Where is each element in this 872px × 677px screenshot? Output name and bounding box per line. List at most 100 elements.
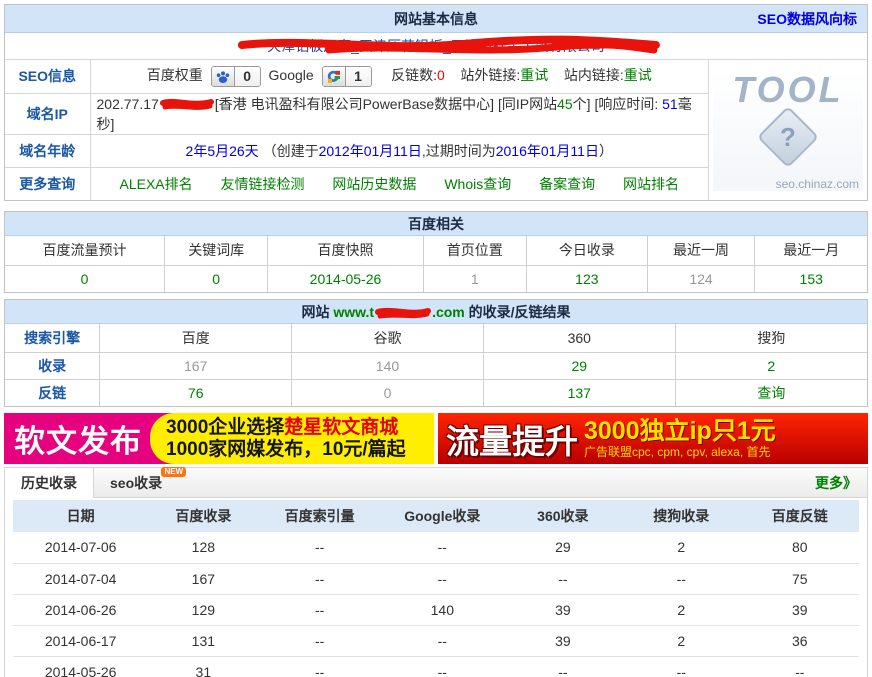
- col-google-included: Google收录: [381, 500, 504, 532]
- baidu-included: 167: [100, 352, 292, 379]
- col-today-indexed: 今日收录: [527, 236, 648, 265]
- home-position-value: 1: [423, 265, 526, 292]
- cell-date: 2014-06-17: [13, 625, 148, 656]
- cell-baidu-backlinks: 80: [741, 532, 859, 563]
- created-prefix: （创建于: [263, 143, 319, 159]
- google-pr-badge[interactable]: 1: [322, 66, 372, 87]
- backlinks-value: 0: [437, 67, 445, 83]
- so360-backlinks[interactable]: 137: [483, 379, 675, 406]
- table-row: 2014-07-06 128 -- -- 29 2 80: [13, 532, 859, 563]
- ad-right-line2: 广告联盟cpc, cpm, cpv, alexa, 首先: [584, 446, 776, 459]
- ad-right-line1: 3000独立ip只1元: [584, 418, 776, 446]
- tab-history-included[interactable]: 历史收录: [5, 468, 94, 498]
- domain-ip-label: 域名IP: [5, 93, 90, 134]
- col-last-week: 最近一周: [647, 236, 755, 265]
- cell-360-included: --: [504, 656, 622, 677]
- collect-result-panel: 网站 www.t.com 的收录/反链结果 搜索引擎 百度 谷歌 360 搜狗 …: [4, 299, 868, 407]
- tab-seo-included[interactable]: seo收录 NEW: [94, 468, 178, 497]
- site-title-row: 天津铝板厂家_天津压花铝板_天津市祥金工贸有限公司: [5, 33, 867, 60]
- today-indexed-value[interactable]: 123: [527, 265, 648, 292]
- cell-baidu-included: 31: [148, 656, 258, 677]
- internal-links-retry[interactable]: 重试: [624, 67, 652, 83]
- history-panel: 历史收录 seo收录 NEW 更多》 日期 百度收录 百度索引量 Google收…: [4, 467, 868, 677]
- logo-site-text: seo.chinaz.com: [776, 177, 859, 191]
- link-site-rank[interactable]: 网站排名: [623, 176, 679, 192]
- more-link[interactable]: 更多》: [815, 468, 857, 498]
- cell-google-included: 140: [381, 594, 504, 625]
- engine-baidu: 百度: [100, 324, 292, 352]
- backlink-label: 反链: [5, 379, 100, 406]
- col-baidu-index: 百度索引量: [258, 500, 381, 532]
- engine-sogou: 搜狗: [675, 324, 867, 352]
- baidu-backlinks[interactable]: 76: [100, 379, 292, 406]
- seo-info-label: SEO信息: [5, 60, 90, 93]
- included-row: 收录 167 140 29 2: [5, 352, 867, 379]
- basic-info-panel: 网站基本信息 SEO数据风向标 天津铝板厂家_天津压花铝板_天津市祥金工贸有限公…: [4, 4, 868, 201]
- col-sogou-included: 搜狗收录: [622, 500, 740, 532]
- site-title: 天津铝板厂家_天津压花铝板_天津市祥金工贸有限公司: [267, 38, 605, 54]
- age-suffix: ）: [599, 143, 613, 159]
- ad-banner-soft-article[interactable]: 软文发布 3000企业选择楚星软文商城 1000家网媒发布，10元/篇起: [4, 413, 434, 464]
- baidu-related-columns: 百度流量预计 关键词库 百度快照 首页位置 今日收录 最近一周 最近一月: [5, 236, 867, 265]
- link-icp-query[interactable]: 备案查询: [539, 176, 595, 192]
- cell-360-included: --: [504, 563, 622, 594]
- cell-baidu-backlinks: 75: [741, 563, 859, 594]
- domain-age-value: 2年5月26天: [186, 143, 259, 159]
- ip-address: 202.77.17: [97, 96, 159, 112]
- cell-google-included: --: [381, 625, 504, 656]
- engine-360: 360: [483, 324, 675, 352]
- expire-join: ,过期时间为: [422, 143, 496, 159]
- baidu-weight-label: 百度权重: [147, 67, 203, 83]
- cell-baidu-backlinks: --: [741, 656, 859, 677]
- sogou-backlinks-query: 查询: [675, 379, 867, 406]
- ad-banner-traffic-boost[interactable]: 流量提升 3000独立ip只1元 广告联盟cpc, cpm, cpv, alex…: [438, 413, 868, 464]
- cell-baidu-included: 128: [148, 532, 258, 563]
- new-badge: NEW: [161, 467, 186, 477]
- baidu-related-panel: 百度相关 百度流量预计 关键词库 百度快照 首页位置 今日收录 最近一周 最近一…: [4, 211, 868, 293]
- link-whois-query[interactable]: Whois查询: [444, 176, 511, 192]
- col-last-month: 最近一月: [755, 236, 867, 265]
- sogou-query-link[interactable]: 查询: [757, 385, 785, 401]
- ad-banner-row: 软文发布 3000企业选择楚星软文商城 1000家网媒发布，10元/篇起 流量提…: [4, 413, 868, 464]
- external-links-retry[interactable]: 重试: [520, 67, 548, 83]
- keyword-lib-value[interactable]: 0: [164, 265, 267, 292]
- baidu-traffic-value[interactable]: 0: [5, 265, 164, 292]
- cell-360-included: 29: [504, 532, 622, 563]
- same-ip-count[interactable]: 45: [557, 96, 573, 112]
- col-home-position: 首页位置: [423, 236, 526, 265]
- engine-google: 谷歌: [292, 324, 484, 352]
- last-month-value[interactable]: 153: [755, 265, 867, 292]
- cell-date: 2014-07-04: [13, 563, 148, 594]
- google-pr-label: Google: [269, 67, 314, 83]
- baidu-snapshot-value[interactable]: 2014-05-26: [268, 265, 423, 292]
- sogou-included[interactable]: 2: [675, 352, 867, 379]
- seo-trend-link[interactable]: SEO数据风向标: [757, 5, 857, 33]
- more-queries-label: 更多查询: [5, 167, 90, 200]
- seo-chinaz-logo: TOOL ? seo.chinaz.com: [713, 69, 863, 191]
- google-included: 140: [292, 352, 484, 379]
- cell-sogou-included: --: [622, 563, 740, 594]
- ip-location: [香港 电讯盈科有限公司PowerBase数据中心]: [215, 96, 494, 112]
- table-row: 2014-06-17 131 -- -- 39 2 36: [13, 625, 859, 656]
- cell-date: 2014-05-26: [13, 656, 148, 677]
- table-row: 2014-05-26 31 -- -- -- -- --: [13, 656, 859, 677]
- col-baidu-traffic: 百度流量预计: [5, 236, 164, 265]
- domain-age-label: 域名年龄: [5, 134, 90, 167]
- search-engine-label: 搜索引擎: [5, 324, 100, 352]
- basic-info-title: 网站基本信息: [394, 11, 478, 27]
- cell-baidu-included: 131: [148, 625, 258, 656]
- history-header-row: 日期 百度收录 百度索引量 Google收录 360收录 搜狗收录 百度反链: [13, 500, 859, 532]
- redaction-scribble: [159, 96, 215, 112]
- link-site-history-data[interactable]: 网站历史数据: [332, 176, 416, 192]
- baidu-weight-value: 0: [235, 67, 260, 86]
- baidu-weight-badge[interactable]: 0: [211, 66, 261, 87]
- expire-date: 2016年01月11日: [496, 143, 599, 159]
- col-keyword-lib: 关键词库: [164, 236, 267, 265]
- cell-360-included: 39: [504, 625, 622, 656]
- seo-info-row: SEO信息 百度权重 0 Google: [5, 60, 867, 93]
- ad-left-line1: 3000企业选择: [166, 417, 284, 438]
- link-alexa-rank[interactable]: ALEXA排名: [120, 176, 193, 192]
- link-friend-links-check[interactable]: 友情链接检测: [221, 176, 305, 192]
- cell-baidu-index: --: [258, 594, 381, 625]
- so360-included[interactable]: 29: [483, 352, 675, 379]
